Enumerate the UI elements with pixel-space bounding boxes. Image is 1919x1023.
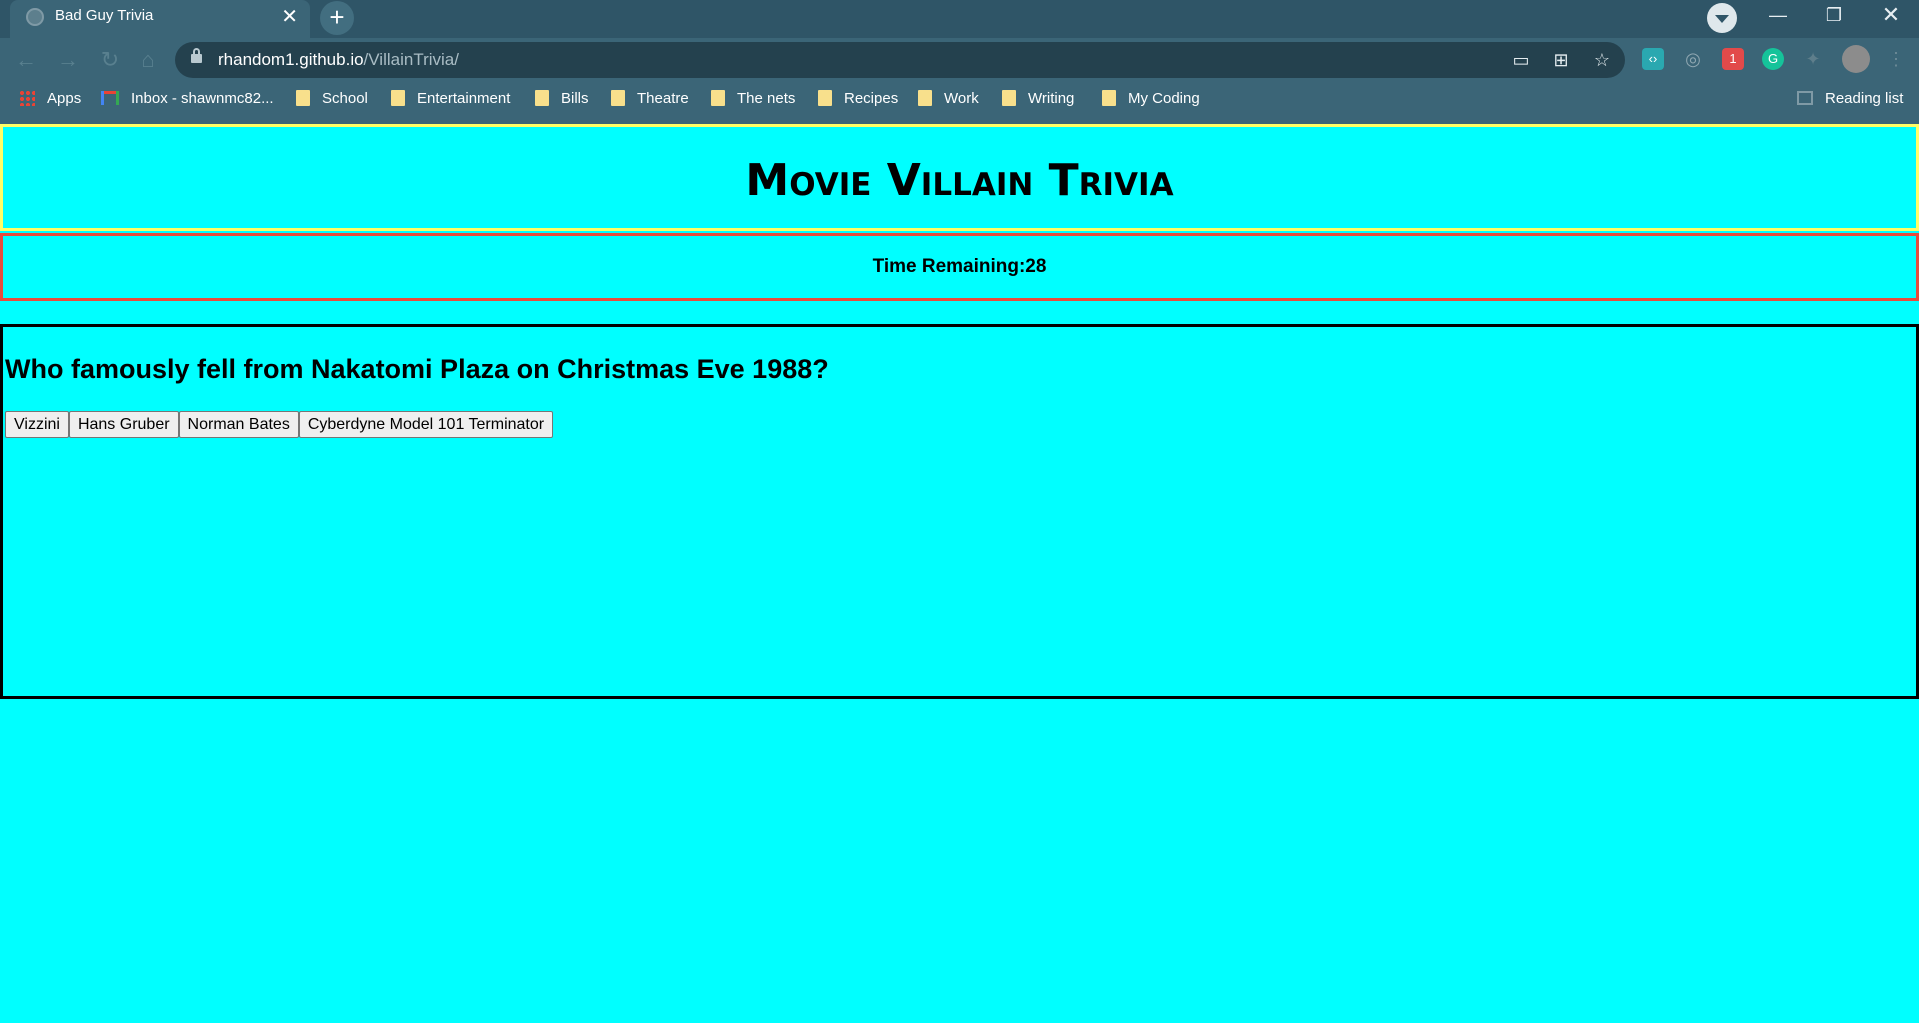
minimize-icon[interactable]: —	[1750, 1, 1806, 29]
url-text[interactable]: rhandom1.github.io/VillainTrivia/	[218, 50, 459, 70]
url-host: rhandom1.github.io	[218, 50, 364, 69]
bookmark-entertainment[interactable]: Entertainment	[391, 90, 510, 112]
tab-strip: Bad Guy Trivia ✕ + — ❐ ✕	[0, 0, 1919, 38]
page-title: Movie Villain Trivia	[745, 155, 1174, 206]
folder-icon	[711, 90, 725, 106]
globe-icon	[26, 8, 44, 26]
install-app-icon[interactable]: ⊞	[1550, 49, 1572, 71]
bookmark-my-coding[interactable]: My Coding	[1102, 90, 1200, 112]
header-box: Movie Villain Trivia	[0, 124, 1919, 231]
new-tab-button[interactable]: +	[320, 1, 354, 35]
time-remaining: Time Remaining:28	[872, 256, 1047, 277]
bookmark-star-icon[interactable]: ☆	[1591, 49, 1613, 71]
bookmark-inbox[interactable]: Inbox - shawnmc82...	[101, 90, 274, 112]
cast-icon[interactable]: ▭	[1510, 49, 1532, 71]
tab-title: Bad Guy Trivia	[55, 7, 154, 24]
question-text: Who famously fell from Nakatomi Plaza on…	[5, 354, 829, 384]
bookmark-label: Bills	[561, 90, 589, 107]
gmail-icon	[101, 91, 119, 105]
avatar[interactable]	[1842, 45, 1870, 73]
bookmark-the-nets[interactable]: The nets	[711, 90, 795, 112]
reading-list-label: Reading list	[1825, 90, 1904, 107]
home-icon[interactable]: ⌂	[136, 48, 160, 72]
answer-button-vizzini[interactable]: Vizzini	[5, 411, 69, 438]
reload-icon[interactable]: ↻	[98, 48, 122, 72]
bookmark-bills[interactable]: Bills	[535, 90, 589, 112]
grammarly-icon[interactable]: G	[1762, 48, 1784, 70]
restore-icon[interactable]: ❐	[1806, 1, 1862, 29]
bookmark-writing[interactable]: Writing	[1002, 90, 1074, 112]
browser-toolbar: ← → ↻ ⌂ rhandom1.github.io/VillainTrivia…	[0, 38, 1919, 82]
bookmark-recipes[interactable]: Recipes	[818, 90, 898, 112]
extensions-puzzle-icon[interactable]: ✦	[1802, 48, 1824, 70]
timer-box: Time Remaining:28	[0, 233, 1919, 301]
folder-icon	[918, 90, 932, 106]
folder-icon	[1102, 90, 1116, 106]
lock-icon[interactable]	[191, 48, 202, 63]
apps-grid-icon	[19, 90, 35, 106]
bookmark-label: Entertainment	[417, 90, 511, 107]
answer-button-terminator[interactable]: Cyberdyne Model 101 Terminator	[298, 411, 554, 438]
extension-code-icon[interactable]: ‹›	[1642, 48, 1664, 70]
address-bar[interactable]: rhandom1.github.io/VillainTrivia/ ▭ ⊞ ☆	[175, 42, 1625, 78]
folder-icon	[535, 90, 549, 106]
bookmark-work[interactable]: Work	[918, 90, 979, 112]
extension-radio-icon[interactable]: ◎	[1682, 48, 1704, 70]
bookmark-label: My Coding	[1128, 90, 1200, 107]
bookmark-label: Theatre	[637, 90, 689, 107]
bookmarks-bar: Apps Inbox - shawnmc82... School Enterta…	[0, 85, 1919, 115]
folder-icon	[818, 90, 832, 106]
bookmark-label: Apps	[47, 90, 82, 107]
forward-icon[interactable]: →	[56, 48, 80, 72]
browser-tab[interactable]: Bad Guy Trivia ✕	[10, 0, 310, 38]
bookmark-label: The nets	[737, 90, 796, 107]
reading-list-icon	[1797, 91, 1813, 105]
question-box: Who famously fell from Nakatomi Plaza on…	[0, 324, 1919, 699]
close-window-icon[interactable]: ✕	[1863, 1, 1919, 29]
answer-button-hans-gruber[interactable]: Hans Gruber	[68, 411, 179, 438]
bookmark-label: Recipes	[844, 90, 899, 107]
bookmark-school[interactable]: School	[296, 90, 368, 112]
folder-icon	[611, 90, 625, 106]
bookmark-label: School	[322, 90, 368, 107]
bookmark-apps[interactable]: Apps	[19, 90, 81, 112]
reading-list-button[interactable]: Reading list	[1797, 90, 1903, 112]
back-icon[interactable]: ←	[14, 48, 38, 72]
extension-badge-icon[interactable]: 1	[1722, 48, 1744, 70]
bookmark-theatre[interactable]: Theatre	[611, 90, 689, 112]
tab-search-icon[interactable]	[1707, 3, 1737, 33]
answer-buttons: Vizzini Hans Gruber Norman Bates Cyberdy…	[5, 411, 554, 438]
folder-icon	[296, 90, 310, 106]
url-path: /VillainTrivia/	[363, 50, 459, 69]
menu-kebab-icon[interactable]: ⋮	[1885, 48, 1907, 70]
bookmark-label: Writing	[1028, 90, 1075, 107]
folder-icon	[391, 90, 405, 106]
answer-button-norman-bates[interactable]: Norman Bates	[178, 411, 299, 438]
folder-icon	[1002, 90, 1016, 106]
bookmark-label: Work	[944, 90, 979, 107]
page-content: Movie Villain Trivia Time Remaining:28 W…	[0, 124, 1919, 1023]
tab-close-icon[interactable]: ✕	[281, 4, 298, 29]
browser-chrome: Bad Guy Trivia ✕ + — ❐ ✕ ← → ↻ ⌂ rhandom…	[0, 0, 1919, 124]
bookmark-label: Inbox - shawnmc82...	[131, 90, 274, 107]
